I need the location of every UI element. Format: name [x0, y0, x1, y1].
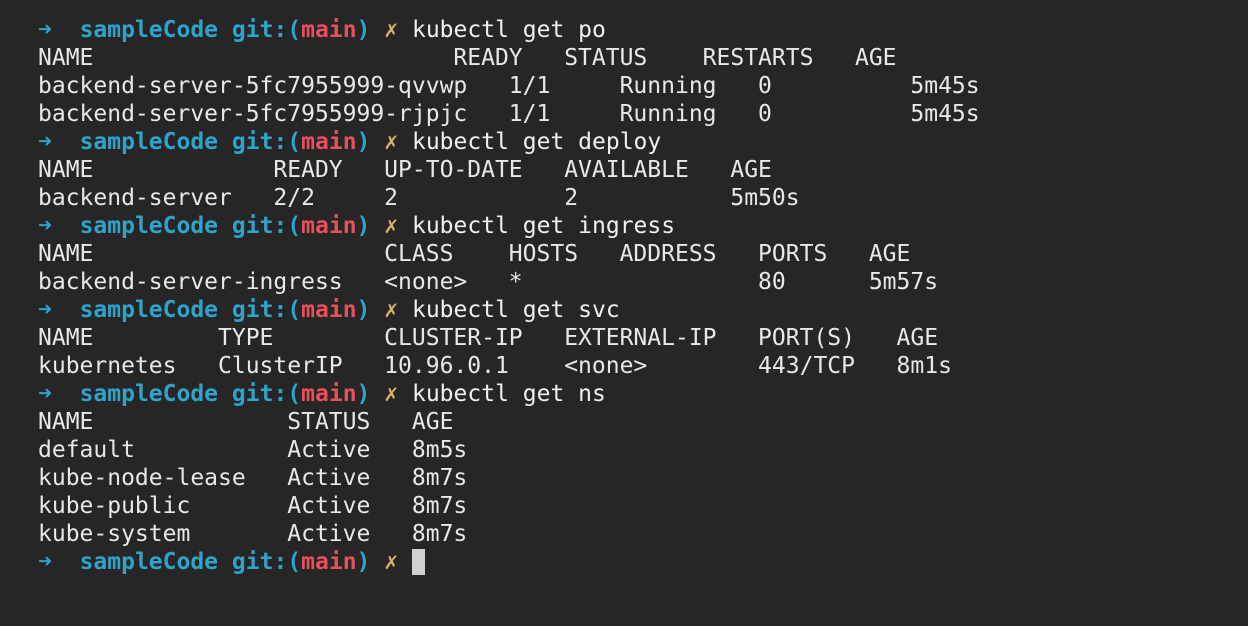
command-text: kubectl get ns [411, 381, 606, 407]
terminal-window[interactable]: ➜ sampleCode git:(main) ✗ kubectl get po… [0, 0, 1248, 626]
prompt-directory: sampleCode [79, 297, 219, 323]
prompt-git-suffix: ) [356, 129, 371, 155]
prompt-git-branch: main [301, 381, 357, 407]
prompt-directory: sampleCode [79, 213, 219, 239]
command-text: kubectl get ingress [411, 213, 676, 239]
output-row: kubernetes ClusterIP 10.96.0.1 <none> 44… [38, 353, 952, 379]
prompt-git-branch: main [301, 17, 357, 43]
command-text: kubectl get po [411, 17, 606, 43]
prompt-arrow-icon: ➜ [38, 381, 52, 407]
prompt-line: ➜ sampleCode git:(main) ✗ kubectl get de… [38, 128, 1248, 156]
prompt-directory: sampleCode [79, 381, 219, 407]
prompt-git-prefix: git:( [231, 297, 302, 323]
prompt-git-prefix: git:( [231, 213, 302, 239]
output-row: default Active 8m5s [38, 437, 468, 463]
output-row: kube-system Active 8m7s [38, 521, 468, 547]
prompt-line: ➜ sampleCode git:(main) ✗ kubectl get in… [38, 212, 1248, 240]
prompt-git-suffix: ) [356, 549, 371, 575]
prompt-arrow-icon: ➜ [38, 213, 52, 239]
command-text: kubectl get svc [411, 297, 620, 323]
prompt-line: ➜ sampleCode git:(main) ✗ kubectl get ns [38, 380, 1248, 408]
text-cursor[interactable] [411, 549, 425, 575]
output-header: NAME CLASS HOSTS ADDRESS PORTS AGE [38, 241, 911, 267]
prompt-dirty-icon: ✗ [384, 213, 399, 239]
prompt-directory: sampleCode [79, 129, 219, 155]
prompt-git-branch: main [301, 297, 357, 323]
output-row: backend-server 2/2 2 2 5m50s [38, 185, 800, 211]
prompt-arrow-icon: ➜ [38, 17, 52, 43]
prompt-line: ➜ sampleCode git:(main) ✗ kubectl get sv… [38, 296, 1248, 324]
prompt-git-suffix: ) [356, 213, 371, 239]
command-text: kubectl get deploy [411, 129, 662, 155]
prompt-arrow-icon: ➜ [38, 129, 52, 155]
prompt-git-suffix: ) [356, 381, 371, 407]
output-header: NAME STATUS AGE [38, 409, 454, 435]
output-row: kube-node-lease Active 8m7s [38, 465, 468, 491]
output-row: backend-server-ingress <none> * 80 5m57s [38, 269, 939, 295]
active-prompt-line[interactable]: ➜ sampleCode git:(main) ✗ [38, 548, 1248, 576]
prompt-git-prefix: git:( [231, 129, 302, 155]
output-header: NAME TYPE CLUSTER-IP EXTERNAL-IP PORT(S)… [38, 325, 939, 351]
prompt-git-suffix: ) [356, 297, 371, 323]
prompt-git-branch: main [301, 129, 357, 155]
prompt-git-prefix: git:( [231, 17, 302, 43]
output-header: NAME READY UP-TO-DATE AVAILABLE AGE [38, 157, 772, 183]
prompt-git-branch: main [301, 213, 357, 239]
prompt-git-prefix: git:( [231, 381, 302, 407]
prompt-git-suffix: ) [356, 17, 371, 43]
prompt-directory: sampleCode [79, 549, 219, 575]
prompt-line: ➜ sampleCode git:(main) ✗ kubectl get po [38, 16, 1248, 44]
prompt-dirty-icon: ✗ [384, 381, 399, 407]
prompt-dirty-icon: ✗ [384, 549, 399, 575]
output-row: backend-server-5fc7955999-rjpjc 1/1 Runn… [38, 101, 980, 127]
prompt-directory: sampleCode [79, 17, 219, 43]
prompt-dirty-icon: ✗ [384, 297, 399, 323]
prompt-arrow-icon: ➜ [38, 549, 52, 575]
output-header: NAME READY STATUS RESTARTS AGE [38, 45, 897, 71]
output-row: kube-public Active 8m7s [38, 493, 468, 519]
output-row: backend-server-5fc7955999-qvvwp 1/1 Runn… [38, 73, 980, 99]
prompt-arrow-icon: ➜ [38, 297, 52, 323]
prompt-git-branch: main [301, 549, 357, 575]
prompt-dirty-icon: ✗ [384, 129, 399, 155]
prompt-git-prefix: git:( [231, 549, 302, 575]
prompt-dirty-icon: ✗ [384, 17, 399, 43]
